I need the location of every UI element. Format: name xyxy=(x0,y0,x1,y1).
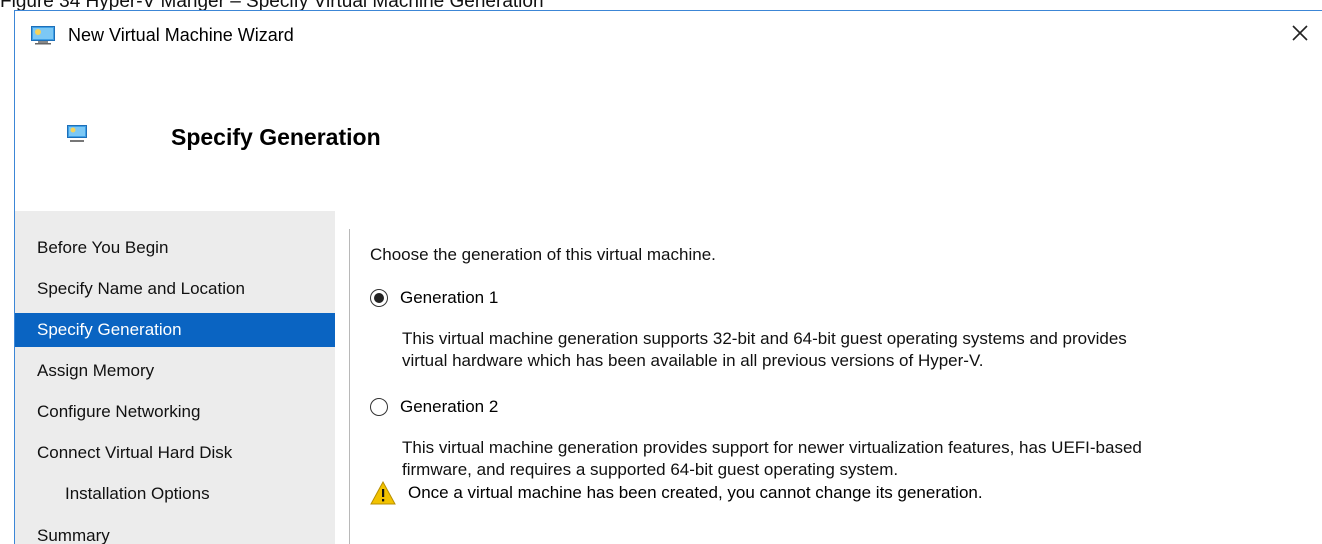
nav-item-connect-virtual-hard-disk[interactable]: Connect Virtual Hard Disk xyxy=(15,436,335,470)
generation-1-option[interactable]: Generation 1 xyxy=(370,287,498,309)
nav-item-assign-memory[interactable]: Assign Memory xyxy=(15,354,335,388)
page-title: Specify Generation xyxy=(171,124,381,150)
generation-2-description-line-2: firmware, and requires a supported 64-bi… xyxy=(402,460,899,479)
nav-item-before-you-begin[interactable]: Before You Begin xyxy=(15,231,335,265)
main-panel: Choose the generation of this virtual ma… xyxy=(370,211,1322,544)
warning-text: Once a virtual machine has been created,… xyxy=(408,483,983,502)
generation-prompt: Choose the generation of this virtual ma… xyxy=(370,245,716,264)
nav-item-installation-options[interactable]: Installation Options xyxy=(15,477,335,511)
generation-2-label[interactable]: Generation 2 xyxy=(400,396,498,418)
wizard-window: New Virtual Machine Wizard Specify Gener… xyxy=(14,10,1322,544)
generation-1-label[interactable]: Generation 1 xyxy=(400,287,498,309)
generation-2-radio[interactable] xyxy=(370,398,388,416)
title-bar[interactable]: New Virtual Machine Wizard xyxy=(15,11,1322,55)
page-header: Specify Generation xyxy=(15,55,1322,211)
generation-2-option[interactable]: Generation 2 xyxy=(370,396,498,418)
close-button[interactable] xyxy=(1278,11,1322,55)
nav-item-specify-generation[interactable]: Specify Generation xyxy=(15,313,335,347)
generation-1-description-line-2: virtual hardware which has been availabl… xyxy=(402,351,984,370)
hyperv-page-icon xyxy=(67,125,87,142)
warning-icon xyxy=(370,481,396,505)
content-area: Before You Begin Specify Name and Locati… xyxy=(15,211,1322,544)
generation-1-description-line-1: This virtual machine generation supports… xyxy=(402,329,1127,348)
generation-2-description-line-1: This virtual machine generation provides… xyxy=(402,438,1142,457)
generation-1-radio[interactable] xyxy=(370,289,388,307)
generation-warning: Once a virtual machine has been created,… xyxy=(370,480,983,506)
window-title: New Virtual Machine Wizard xyxy=(68,25,294,45)
nav-item-configure-networking[interactable]: Configure Networking xyxy=(15,395,335,429)
radio-selected-dot xyxy=(374,293,384,303)
wizard-steps-nav: Before You Begin Specify Name and Locati… xyxy=(15,211,335,544)
nav-divider xyxy=(349,229,350,544)
hyperv-app-icon xyxy=(31,26,55,45)
close-icon xyxy=(1292,25,1308,41)
nav-item-specify-name-and-location[interactable]: Specify Name and Location xyxy=(15,272,335,306)
nav-item-summary[interactable]: Summary xyxy=(15,519,335,544)
